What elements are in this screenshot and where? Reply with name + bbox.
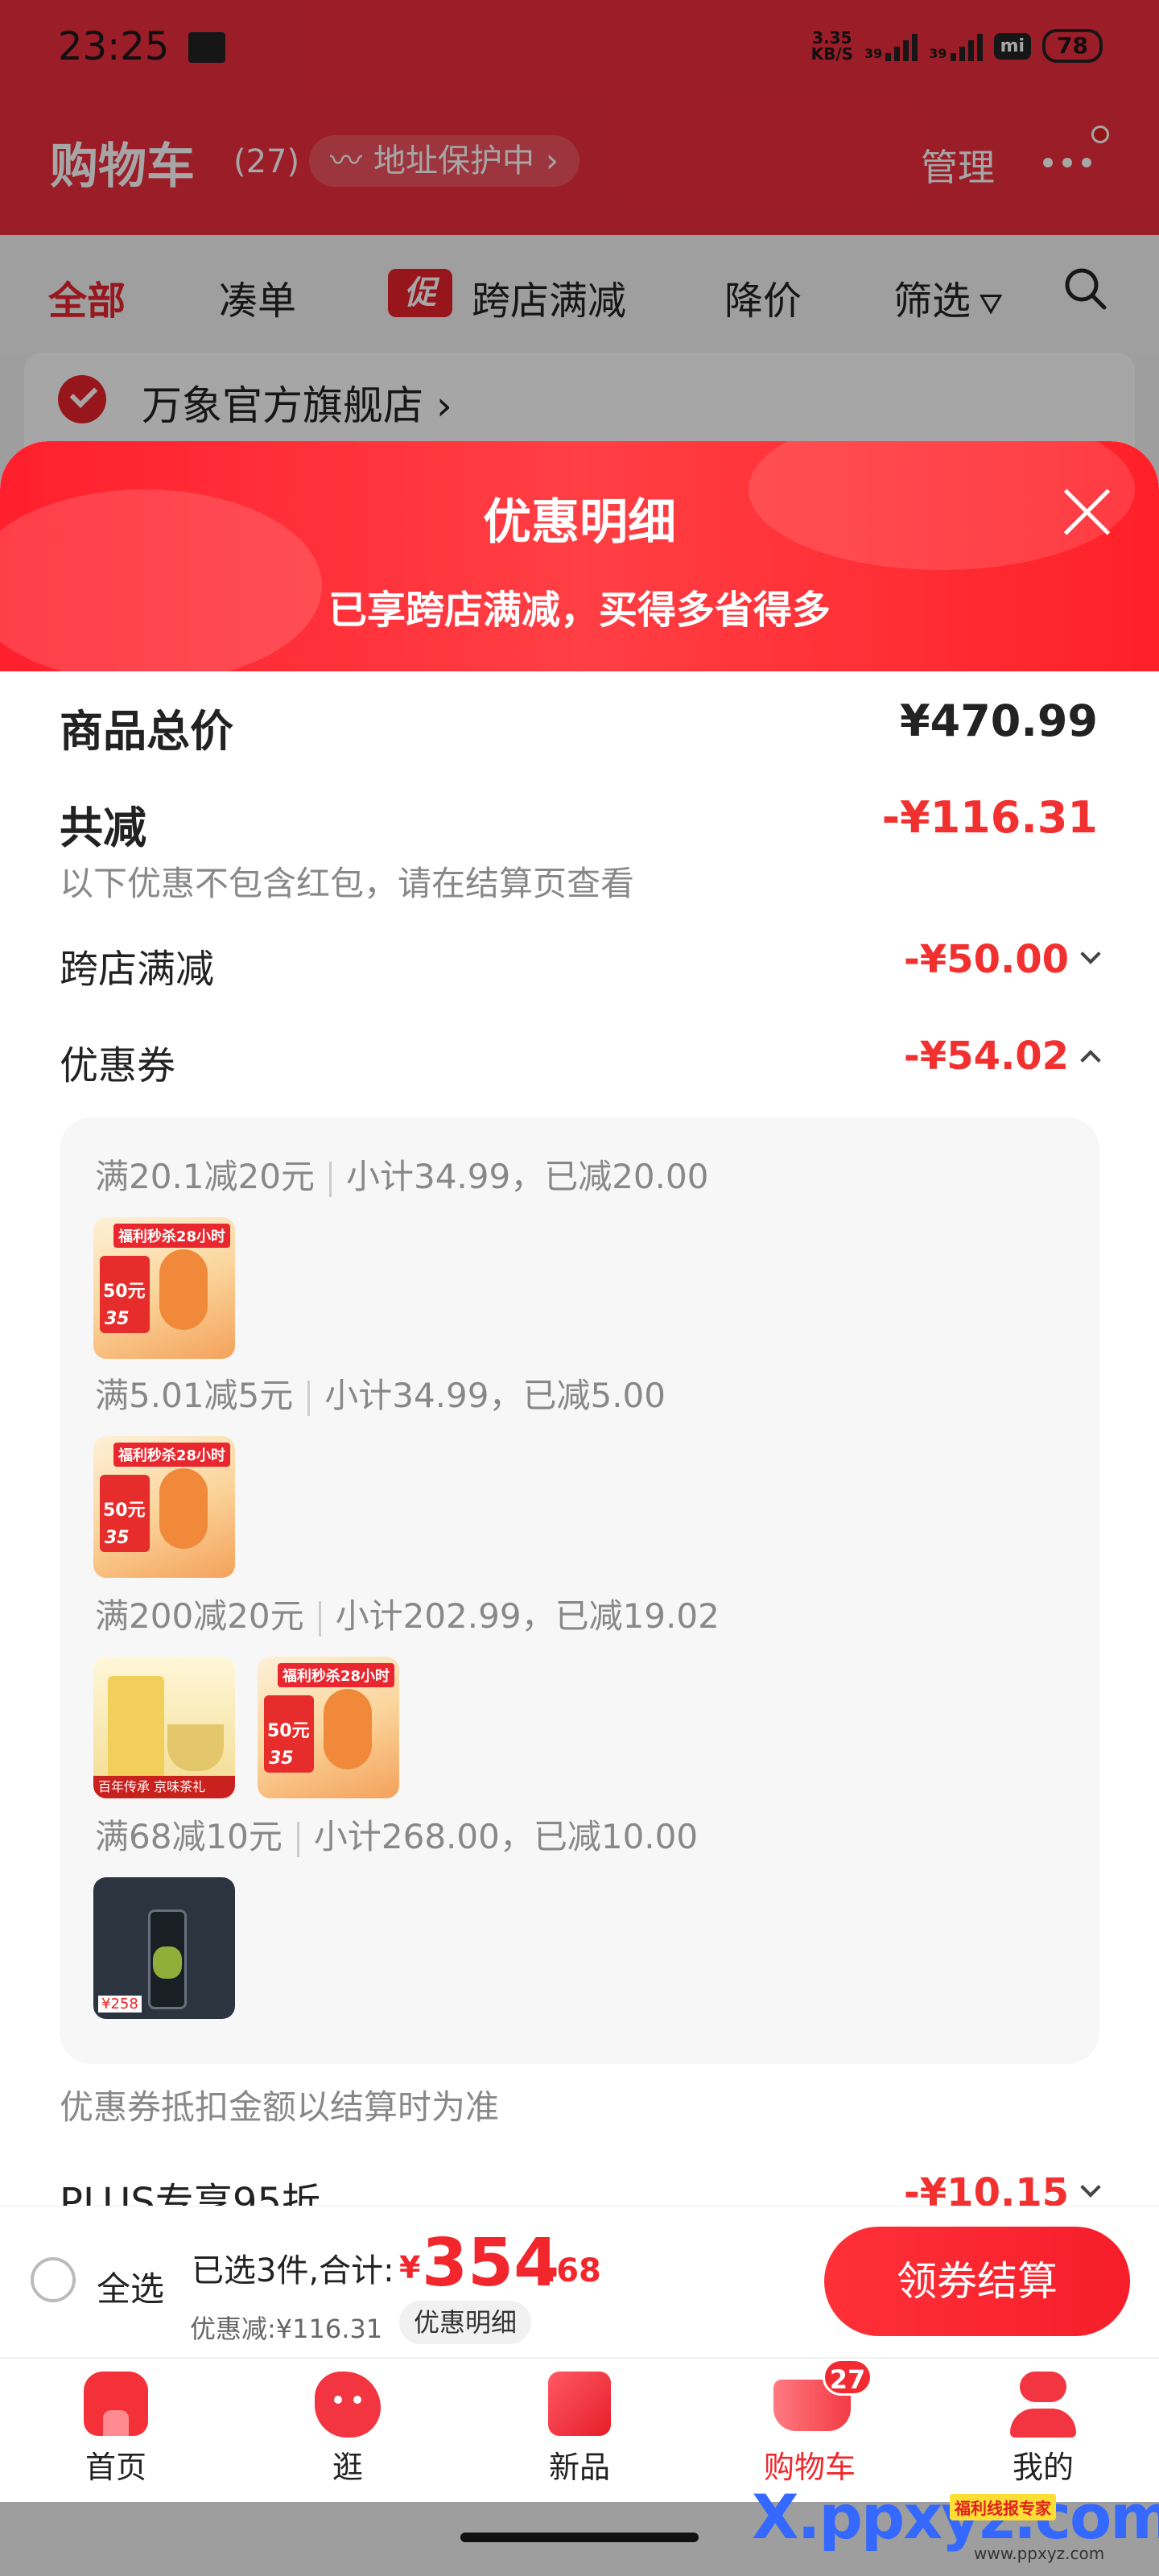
coupon-row-toggle[interactable]: -¥54.02: [903, 1034, 1101, 1079]
nav-home[interactable]: 首页: [35, 2372, 196, 2487]
select-all-label[interactable]: 全选: [97, 2262, 164, 2311]
sheet-subtitle: 已享跨店满减，买得多省得多: [328, 588, 831, 633]
product-thumbnail[interactable]: 福利秒杀28小时 50元 35: [258, 1657, 399, 1798]
home-indicator[interactable]: [460, 2533, 699, 2542]
coupon-line: 满200减20元 小计202.99，已减19.02: [95, 1596, 720, 1637]
new-products-icon: [548, 2372, 611, 2436]
chevron-up-icon: [1080, 1050, 1101, 1071]
total-value: ¥470.99: [900, 696, 1098, 746]
price-currency: ¥: [399, 2250, 421, 2285]
reduce-label: 共减: [60, 803, 146, 853]
coupon-note: 优惠券抵扣金额以结算时为准: [60, 2087, 500, 2127]
reduce-value: -¥116.31: [881, 792, 1098, 843]
discount-summary: 优惠减:¥116.31: [190, 2314, 383, 2344]
sheet-header: 优惠明细 已享跨店满减，买得多省得多: [0, 441, 1159, 683]
product-thumbnail[interactable]: 福利秒杀28小时 50元 35: [93, 1217, 235, 1359]
total-label: 商品总价: [60, 706, 233, 757]
coupon-line: 满20.1减20元 小计34.99，已减20.00: [95, 1157, 709, 1197]
cross-store-value: -¥50.00: [903, 937, 1069, 982]
cross-store-row-toggle[interactable]: -¥50.00: [903, 937, 1101, 982]
nav-mine[interactable]: 我的: [963, 2372, 1124, 2487]
chevron-down-icon: [1080, 2177, 1101, 2198]
browse-icon: [315, 2372, 381, 2438]
coupon-list-panel: 满20.1减20元 小计34.99，已减20.00 福利秒杀28小时 50元 35 满…: [60, 1117, 1099, 2064]
coupon-line: 满68减10元 小计268.00，已减10.00: [95, 1817, 699, 1857]
discount-detail-button[interactable]: 优惠明细: [399, 2301, 532, 2344]
price-integer: 354: [422, 2225, 560, 2301]
watermark-tag: 福利线报专家: [950, 2494, 1056, 2520]
price-decimal: .68: [544, 2252, 601, 2289]
coupon-label: 优惠券: [60, 1043, 176, 1088]
nav-browse[interactable]: 逛: [267, 2372, 428, 2487]
cross-store-label: 跨店满减: [60, 947, 215, 992]
reduce-note: 以下优惠不包含红包，请在结算页查看: [60, 864, 635, 903]
user-icon: [1010, 2372, 1076, 2438]
cart-badge: 27: [823, 2359, 872, 2396]
select-all-checkbox[interactable]: [31, 2257, 76, 2302]
coupon-line: 满5.01减5元 小计34.99，已减5.00: [95, 1376, 666, 1416]
product-thumbnail[interactable]: ¥258: [93, 1877, 235, 2019]
product-thumbnail[interactable]: 福利秒杀28小时 50元 35: [93, 1436, 235, 1578]
chevron-down-icon: [1080, 943, 1101, 964]
checkout-button[interactable]: 领券结算: [824, 2227, 1130, 2336]
close-icon[interactable]: [1059, 485, 1114, 539]
coupon-value: -¥54.02: [903, 1034, 1069, 1079]
selected-summary: 已选3件,合计:: [192, 2252, 394, 2289]
nav-new[interactable]: 新品: [499, 2372, 660, 2487]
watermark-url: www.ppxyz.com: [974, 2544, 1105, 2563]
screen: 23:25 3.35 KB/S 39 39 mi 78 购物车 (27) 〰 地…: [0, 0, 1159, 2576]
product-thumbnail[interactable]: 百年传承 京味茶礼: [93, 1657, 235, 1798]
sheet-title: 优惠明细: [483, 494, 676, 551]
home-icon: [84, 2372, 148, 2436]
